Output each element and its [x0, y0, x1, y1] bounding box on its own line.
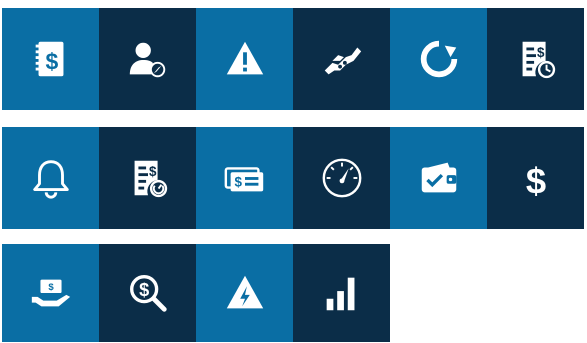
tile-bar-chart[interactable] — [293, 244, 390, 342]
tile-user-compass[interactable] — [99, 8, 196, 110]
speedometer-icon — [322, 158, 361, 198]
svg-text:$: $ — [149, 164, 157, 179]
tile-refresh[interactable] — [390, 8, 487, 110]
refresh-icon — [420, 40, 457, 78]
tile-speedometer[interactable] — [293, 127, 390, 229]
bill-clock-icon: $ — [134, 160, 167, 198]
svg-text:$: $ — [139, 280, 149, 300]
user-compass-icon — [129, 42, 165, 78]
hand-cash-icon: $ — [31, 279, 70, 307]
tile-dollar[interactable]: $ — [487, 127, 584, 229]
tile-dollar-notebook[interactable]: $ — [2, 8, 99, 110]
cash-stack-icon: $ — [224, 167, 263, 192]
electric-hazard-icon — [226, 275, 263, 309]
tile-bell[interactable] — [2, 127, 99, 229]
tile-warning[interactable] — [196, 8, 293, 110]
tile-hand-cash[interactable]: $ — [2, 244, 99, 342]
tile-cash-stack[interactable]: $ — [196, 127, 293, 229]
tile-handshake[interactable] — [293, 8, 390, 110]
tile-bill-clock[interactable]: $ — [487, 8, 584, 110]
handshake-icon — [324, 47, 361, 75]
tile-bill-clock-2[interactable]: $ — [99, 127, 196, 229]
dollar-notebook-icon: $ — [35, 41, 63, 77]
svg-text:$: $ — [48, 282, 54, 293]
svg-text:$: $ — [525, 160, 545, 201]
bar-chart-icon — [326, 277, 354, 311]
icon-row-1: $ $ — [2, 8, 584, 110]
icon-row-3: $ $ — [2, 244, 390, 342]
tile-dollar-search[interactable]: $ — [99, 244, 196, 342]
svg-text:$: $ — [537, 45, 545, 60]
svg-text:$: $ — [234, 175, 242, 190]
tile-wallet-check[interactable] — [390, 127, 487, 229]
tile-electric-hazard[interactable] — [196, 244, 293, 342]
icon-row-2: $ $ $ — [2, 127, 584, 229]
dollar-icon: $ — [525, 160, 545, 201]
svg-text:$: $ — [45, 49, 58, 75]
bill-clock-icon: $ — [522, 41, 555, 79]
bell-icon — [32, 160, 69, 199]
warning-icon — [226, 41, 263, 75]
dollar-search-icon: $ — [129, 275, 167, 312]
wallet-check-icon — [421, 162, 456, 193]
